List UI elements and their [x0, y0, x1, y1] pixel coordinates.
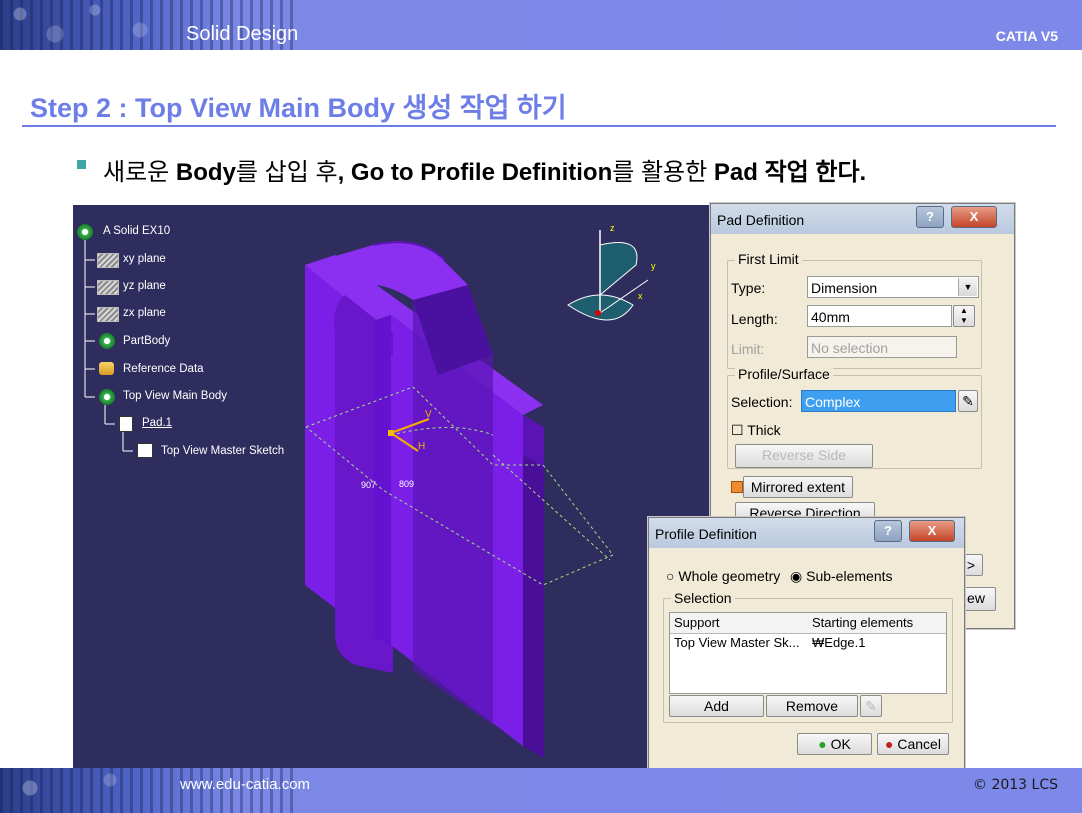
radio-sub-label: Sub-elements [806, 568, 893, 584]
limit-field[interactable]: No selection [807, 336, 957, 358]
bullet-part: 새로운 [103, 159, 176, 186]
bullet-part-bold: Pad [713, 159, 758, 186]
close-button[interactable]: X [951, 206, 997, 228]
add-button[interactable]: Add [669, 695, 764, 717]
pad-icon [119, 416, 133, 432]
selection-group-label: Selection [671, 590, 735, 606]
plane-icon [97, 253, 119, 268]
reference-icon [99, 362, 114, 375]
bullet-part: 를 삽입 후 [235, 159, 338, 186]
footer-copyright: © 2013 LCS [973, 777, 1058, 793]
radio-sub-elements[interactable]: ◉ Sub-elements [790, 568, 893, 585]
profile-definition-dialog: Profile Definition ? X ○ Whole geometry … [648, 517, 965, 771]
selection-table[interactable]: Support Starting elements Top View Maste… [669, 612, 947, 694]
thick-checkbox[interactable]: ☐ Thick [731, 422, 781, 439]
compass-y-label: y [651, 261, 656, 271]
compass-arc [599, 242, 638, 297]
type-dropdown[interactable]: Dimension ▼ [807, 276, 979, 298]
bullet-part: 를 활용한 [612, 159, 714, 186]
length-label: Length: [731, 311, 778, 327]
remove-button[interactable]: Remove [766, 695, 858, 717]
chevron-down-icon[interactable]: ▼ [958, 278, 977, 296]
catia-viewport[interactable]: V H 907 809 z y x A Solid EX10 xy plane … [73, 205, 710, 770]
bullet-marker [77, 160, 86, 169]
tree-item-top-view-master-sketch[interactable]: Top View Master Sketch [161, 445, 284, 457]
body-icon [99, 389, 115, 405]
pad-dialog-titlebar[interactable]: Pad Definition ? X [711, 204, 1014, 234]
ok-button[interactable]: ● OK [797, 733, 872, 755]
table-cell-starting-element[interactable]: ₩Edge.1 [812, 635, 865, 650]
table-cell-support[interactable]: Top View Master Sk... [674, 635, 799, 650]
first-limit-label: First Limit [735, 251, 802, 267]
solid-front-rib [523, 455, 544, 758]
compass-x-label: x [638, 291, 643, 301]
length-spinner[interactable]: ▲ ▼ [953, 305, 975, 327]
cancel-icon: ● [885, 736, 894, 752]
profile-dialog-titlebar[interactable]: Profile Definition ? X [649, 518, 964, 548]
bullet-text: 새로운 Body를 삽입 후, Go to Profile Definition… [103, 152, 866, 187]
body-icon [99, 333, 115, 349]
header-brand: CATIA V5 [995, 28, 1058, 44]
dim-left: 907 [361, 480, 376, 490]
compass-z-label: z [610, 223, 615, 233]
profile-dialog-title: Profile Definition [655, 526, 757, 542]
column-header-support[interactable]: Support [670, 613, 812, 634]
ok-icon: ● [818, 736, 827, 752]
pad-dialog-title: Pad Definition [717, 212, 805, 228]
cancel-button[interactable]: ● Cancel [877, 733, 949, 755]
radio-whole-label: Whole geometry [678, 568, 781, 584]
tree-item-pad1[interactable]: Pad.1 [142, 417, 172, 429]
reverse-side-button[interactable]: Reverse Side [735, 444, 873, 468]
sketch-edit-icon[interactable]: ✎ [958, 390, 978, 412]
sketch-origin [388, 430, 394, 436]
tree-item-xy-plane[interactable]: xy plane [123, 253, 166, 265]
mirrored-extent-label[interactable]: Mirrored extent [743, 476, 853, 498]
length-input[interactable]: 40mm [807, 305, 952, 327]
sketch-label-v: V [425, 409, 432, 420]
tree-item-yz-plane[interactable]: yz plane [123, 280, 166, 292]
part-root-icon[interactable] [77, 224, 93, 240]
close-button[interactable]: X [909, 520, 955, 542]
plane-icon [97, 280, 119, 295]
header-title: Solid Design [186, 23, 299, 45]
thick-label: Thick [747, 422, 781, 438]
type-value: Dimension [811, 280, 878, 296]
mirrored-extent-checkbox[interactable] [731, 481, 743, 493]
tree-item-reference-data[interactable]: Reference Data [123, 363, 204, 375]
help-button[interactable]: ? [874, 520, 902, 542]
step-title: Step 2 : Top View Main Body 생성 작업 하기 [30, 93, 567, 123]
profile-surface-label: Profile/Surface [735, 366, 833, 382]
type-label: Type: [731, 280, 766, 296]
help-button[interactable]: ? [916, 206, 944, 228]
edit-icon[interactable]: ✎ [860, 695, 882, 717]
selection-field[interactable]: Complex [801, 390, 956, 412]
sketch-icon [137, 443, 153, 458]
selection-label: Selection: [731, 394, 793, 410]
tree-root[interactable]: A Solid EX10 [103, 225, 170, 237]
dim-right: 809 [399, 479, 414, 489]
sketch-label-h: H [418, 441, 425, 452]
plane-icon [97, 307, 119, 322]
radio-whole-geometry[interactable]: ○ Whole geometry [666, 568, 780, 584]
title-divider [22, 125, 1056, 127]
bullet-part: 작업 한다. [757, 159, 867, 186]
cancel-label: Cancel [897, 736, 941, 752]
bullet-part-bold: Body [175, 159, 236, 186]
ok-label: OK [830, 736, 851, 752]
column-header-starting-elements[interactable]: Starting elements [808, 613, 946, 634]
compass-origin [595, 310, 601, 316]
tree-item-zx-plane[interactable]: zx plane [123, 307, 166, 319]
tree-item-top-view-main-body[interactable]: Top View Main Body [123, 390, 227, 402]
tree-item-partbody[interactable]: PartBody [123, 335, 170, 347]
limit-label: Limit: [731, 341, 765, 357]
bullet-part-bold: , Go to Profile Definition [337, 159, 613, 186]
footer-url[interactable]: www.edu-catia.com [180, 776, 310, 793]
